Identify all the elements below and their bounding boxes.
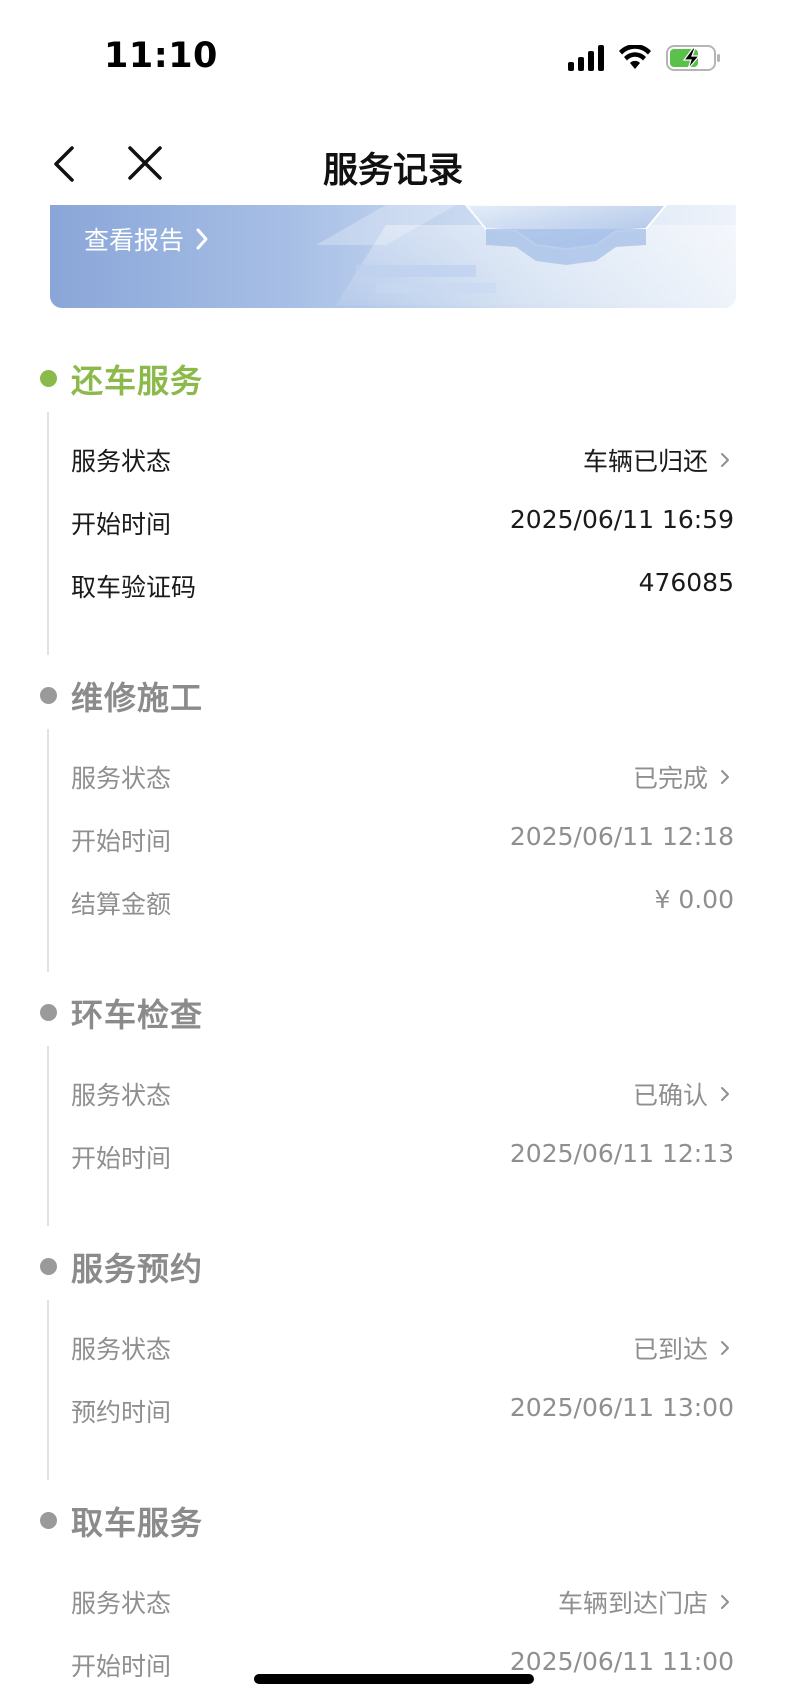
chevron-right-icon <box>721 1595 729 1609</box>
row-label: 取车验证码 <box>71 573 197 602</box>
row-value[interactable]: 已确认 <box>633 1076 734 1112</box>
info-row: 预约时间 2025/06/11 13:00 <box>0 1381 786 1444</box>
timeline-section: 维修施工服务状态 已完成开始时间 2025/06/11 12:18 结算金额 ¥ 0.0… <box>0 647 786 972</box>
timeline-rail <box>47 1046 49 1226</box>
row-label: 开始时间 <box>71 510 172 539</box>
section-header: 取车服务 <box>0 1472 786 1572</box>
row-value-text: 2025/06/11 13:00 <box>509 1393 734 1422</box>
row-value-text: 已到达 <box>632 1335 708 1364</box>
status-row[interactable]: 服务状态 已确认 <box>0 1064 786 1127</box>
row-value-text: 车辆已归还 <box>582 447 708 476</box>
timeline-dot <box>40 370 57 387</box>
row-value-text: 已确认 <box>632 1081 708 1110</box>
timeline-section: 环车检查服务状态 已确认开始时间 2025/06/11 12:13 <box>0 964 786 1226</box>
row-value: 2025/06/11 12:13 <box>510 1139 734 1168</box>
section-title: 环车检查 <box>71 996 204 1034</box>
info-row: 取车验证码 476085 <box>0 556 786 619</box>
row-value-text: 2025/06/11 11:00 <box>509 1647 734 1676</box>
row-label: 开始时间 <box>71 1144 172 1173</box>
timeline-section: 服务预约服务状态 已到达预约时间 2025/06/11 13:00 <box>0 1218 786 1480</box>
timeline-dot <box>40 1512 57 1529</box>
row-value-text: 车辆到达门店 <box>557 1589 708 1618</box>
row-value: 476085 <box>639 568 734 597</box>
row-value: 2025/06/11 13:00 <box>510 1393 734 1422</box>
nav-bar: 服务记录 <box>0 120 786 210</box>
row-label: 结算金额 <box>71 890 172 919</box>
report-banner[interactable]: 查看报告 <box>50 205 736 308</box>
row-value-text: 476085 <box>638 568 734 597</box>
info-row: 结算金额 ¥ 0.00 <box>0 873 786 936</box>
timeline-dot <box>40 1004 57 1021</box>
section-rows: 服务状态 已完成开始时间 2025/06/11 12:18 结算金额 ¥ 0.00 <box>0 747 786 964</box>
status-row[interactable]: 服务状态 已到达 <box>0 1318 786 1381</box>
gear-illustration-icon <box>316 205 736 305</box>
service-timeline: 还车服务服务状态 车辆已归还开始时间 2025/06/11 16:59 取车验证码 47… <box>0 330 786 1704</box>
timeline-section: 还车服务服务状态 车辆已归还开始时间 2025/06/11 16:59 取车验证码 47… <box>0 330 786 655</box>
view-report-link[interactable]: 查看报告 <box>84 221 210 257</box>
row-label: 开始时间 <box>71 1652 172 1681</box>
timeline-rail <box>47 412 49 655</box>
section-header: 还车服务 <box>0 330 786 430</box>
status-row[interactable]: 服务状态 车辆到达门店 <box>0 1572 786 1635</box>
status-icons <box>568 40 722 76</box>
section-header: 服务预约 <box>0 1218 786 1318</box>
section-title: 维修施工 <box>71 679 204 717</box>
status-row[interactable]: 服务状态 已完成 <box>0 747 786 810</box>
row-value[interactable]: 车辆到达门店 <box>558 1584 734 1620</box>
timeline-section: 取车服务服务状态 车辆到达门店开始时间 2025/06/11 11:00 <box>0 1472 786 1704</box>
row-label: 服务状态 <box>71 1081 172 1110</box>
timeline-dot <box>40 687 57 704</box>
view-report-label: 查看报告 <box>84 226 185 255</box>
row-value[interactable]: 已到达 <box>633 1330 734 1366</box>
row-label: 服务状态 <box>71 1335 172 1364</box>
timeline-rail <box>47 729 49 972</box>
row-value: 2025/06/11 11:00 <box>510 1647 734 1676</box>
section-rows: 服务状态 已确认开始时间 2025/06/11 12:13 <box>0 1064 786 1218</box>
row-value[interactable]: 已完成 <box>633 759 734 795</box>
section-title: 取车服务 <box>71 1504 204 1542</box>
section-rows: 服务状态 车辆已归还开始时间 2025/06/11 16:59 取车验证码 476085 <box>0 430 786 647</box>
info-row: 开始时间 2025/06/11 12:13 <box>0 1127 786 1190</box>
status-row[interactable]: 服务状态 车辆已归还 <box>0 430 786 493</box>
row-label: 服务状态 <box>71 1589 172 1618</box>
chevron-right-icon <box>196 228 208 250</box>
row-label: 服务状态 <box>71 447 172 476</box>
status-bar: 11:10 <box>0 0 786 110</box>
chevron-right-icon <box>721 770 729 784</box>
home-indicator <box>254 1674 534 1684</box>
row-value: 2025/06/11 12:18 <box>510 822 734 851</box>
row-value-text: 2025/06/11 12:13 <box>509 1139 734 1168</box>
timeline-rail <box>47 1300 49 1480</box>
row-value-text: 已完成 <box>632 764 708 793</box>
row-value-text: 2025/06/11 12:18 <box>509 822 734 851</box>
timeline-dot <box>40 1258 57 1275</box>
chevron-right-icon <box>721 1087 729 1101</box>
battery-charging-icon <box>666 44 722 72</box>
cellular-signal-icon <box>568 45 604 71</box>
row-label: 服务状态 <box>71 764 172 793</box>
row-value[interactable]: 车辆已归还 <box>583 442 734 478</box>
row-label: 开始时间 <box>71 827 172 856</box>
section-header: 维修施工 <box>0 647 786 747</box>
row-value: 2025/06/11 16:59 <box>510 505 734 534</box>
section-header: 环车检查 <box>0 964 786 1064</box>
status-time: 11:10 <box>104 36 218 76</box>
app-screen: 11:10 服务记录 查看报告 还车服务 服务状态 车辆已归还 开始时间 202… <box>0 0 786 1704</box>
info-row: 开始时间 2025/06/11 16:59 <box>0 493 786 556</box>
row-value-text: ¥ 0.00 <box>654 885 734 914</box>
info-row: 开始时间 2025/06/11 11:00 <box>0 1635 786 1698</box>
row-label: 预约时间 <box>71 1398 172 1427</box>
info-row: 开始时间 2025/06/11 12:18 <box>0 810 786 873</box>
chevron-right-icon <box>721 453 729 467</box>
page-title: 服务记录 <box>322 151 463 191</box>
chevron-right-icon <box>721 1341 729 1355</box>
section-title: 服务预约 <box>71 1250 204 1288</box>
row-value: ¥ 0.00 <box>654 885 734 914</box>
section-rows: 服务状态 已到达预约时间 2025/06/11 13:00 <box>0 1318 786 1472</box>
row-value-text: 2025/06/11 16:59 <box>509 505 734 534</box>
wifi-icon <box>618 45 652 71</box>
section-title: 还车服务 <box>71 362 204 400</box>
section-rows: 服务状态 车辆到达门店开始时间 2025/06/11 11:00 <box>0 1572 786 1704</box>
